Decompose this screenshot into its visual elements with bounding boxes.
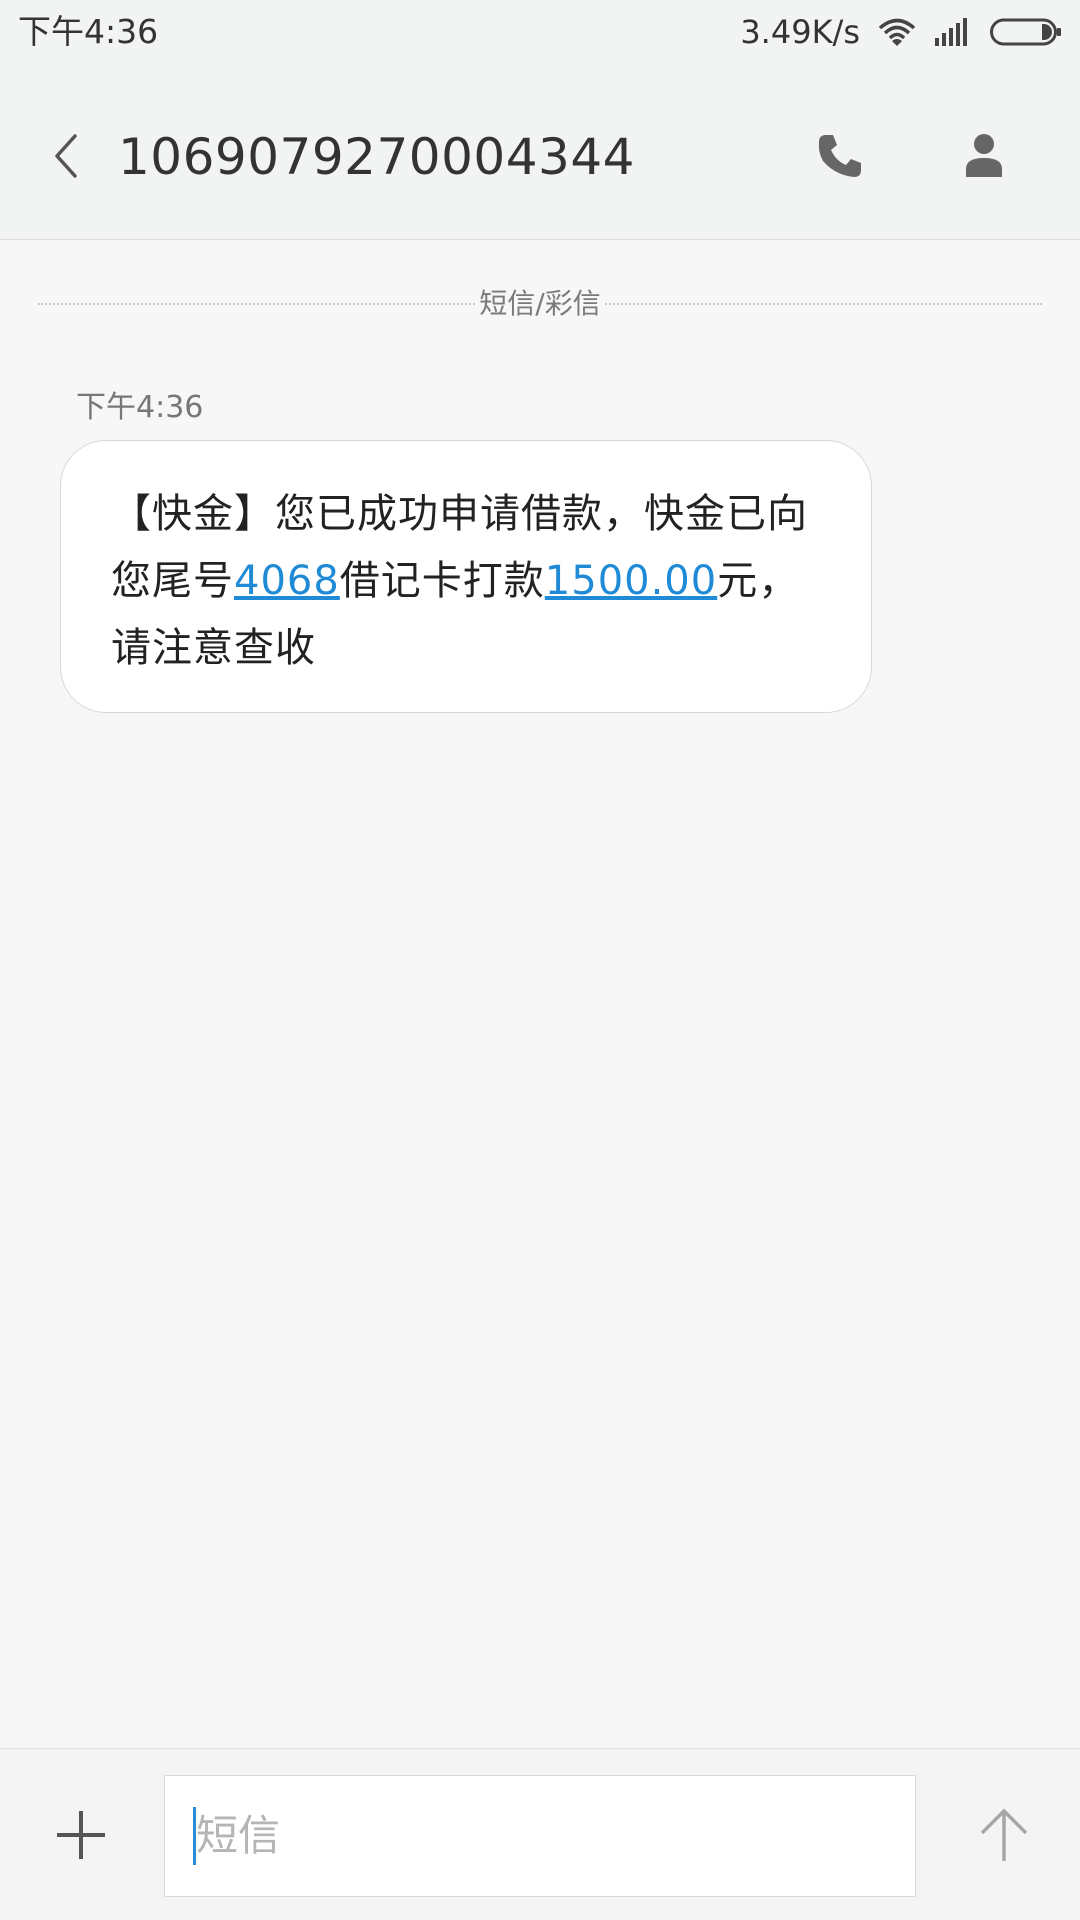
call-button[interactable] (808, 124, 872, 188)
attach-button[interactable] (50, 1804, 112, 1866)
message-composer: 短信 (0, 1748, 1080, 1920)
amount-link[interactable]: 1500.00 (545, 558, 717, 604)
title-bar: 1069079270004344 (0, 104, 1080, 208)
channel-divider: 短信/彩信 (38, 282, 1042, 326)
card-number-link[interactable]: 4068 (234, 558, 340, 604)
back-button[interactable] (36, 126, 96, 186)
sms-input[interactable]: 短信 (164, 1775, 916, 1897)
sms-input-placeholder: 短信 (196, 1811, 281, 1860)
person-icon (966, 134, 1002, 177)
wifi-icon (878, 18, 916, 46)
arrow-up-icon (980, 1808, 1028, 1861)
channel-label: 短信/彩信 (475, 282, 605, 326)
sms-conversation-screen: 下午4:36 3.49K/s 1069079270004344 短信/彩信 下午… (0, 0, 1080, 1920)
status-icons: 3.49K/s (740, 12, 1062, 52)
contact-number-title: 1069079270004344 (118, 128, 635, 186)
phone-icon (818, 135, 861, 177)
signal-icon (935, 18, 967, 46)
contact-info-button[interactable] (952, 124, 1016, 188)
message-text-part: 借记卡打款 (339, 558, 545, 604)
network-speed: 3.49K/s (740, 13, 860, 51)
chevron-left-icon (55, 134, 77, 178)
app-header: 下午4:36 3.49K/s 1069079270004344 (0, 0, 1080, 240)
message-timestamp: 下午4:36 (76, 390, 204, 425)
incoming-message-bubble[interactable]: 【快金】您已成功申请借款，快金已向您尾号4068借记卡打款1500.00元，请注… (60, 440, 872, 713)
plus-icon (57, 1811, 105, 1859)
battery-icon (990, 18, 1061, 46)
message-text: 【快金】您已成功申请借款，快金已向您尾号4068借记卡打款1500.00元，请注… (111, 481, 827, 682)
status-time: 下午4:36 (18, 12, 159, 51)
send-button[interactable] (966, 1797, 1042, 1873)
